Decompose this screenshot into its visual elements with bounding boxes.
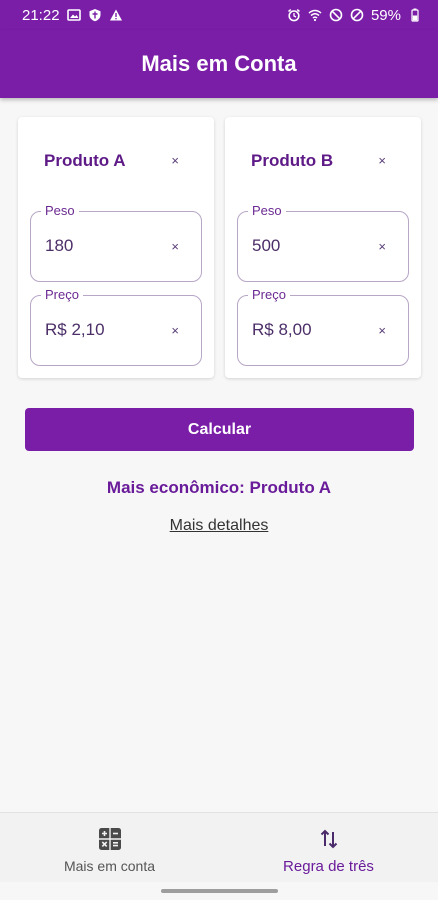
- weight-label: Peso: [248, 203, 286, 218]
- shield-icon: [89, 9, 101, 22]
- clear-price-icon[interactable]: ×: [378, 323, 386, 338]
- status-bar: 21:22 59%: [0, 0, 438, 30]
- nav-label: Mais em conta: [63, 858, 156, 874]
- page-title: Mais em Conta: [141, 51, 297, 76]
- warning-icon: [109, 9, 122, 21]
- nav-item-regra-de-tres[interactable]: Regra de três: [219, 813, 438, 882]
- blocked-icon: [350, 8, 364, 22]
- calculator-icon: [98, 828, 121, 850]
- do-not-disturb-icon: [329, 8, 343, 22]
- app-bar: Mais em Conta: [0, 30, 438, 98]
- clear-product-icon[interactable]: ×: [378, 153, 386, 168]
- product-title: Produto A: [44, 151, 126, 170]
- weight-field[interactable]: Peso 500 ×: [237, 203, 409, 282]
- battery-icon: [411, 8, 419, 22]
- weight-label: Peso: [41, 203, 79, 218]
- swap-vertical-icon: [320, 829, 337, 849]
- details-link[interactable]: Mais detalhes: [0, 517, 438, 535]
- nav-item-mais-em-conta[interactable]: Mais em conta: [0, 813, 219, 882]
- gesture-handle[interactable]: [161, 889, 278, 893]
- product-card-b: Produto B × Peso 500 × Preço R$ 8,00 ×: [225, 117, 421, 378]
- price-value[interactable]: R$ 8,00: [252, 320, 312, 340]
- weight-value[interactable]: 500: [252, 236, 280, 256]
- calculate-button[interactable]: Calcular: [25, 408, 414, 451]
- weight-value[interactable]: 180: [45, 236, 73, 256]
- price-label: Preço: [248, 287, 290, 302]
- clear-weight-icon[interactable]: ×: [378, 239, 386, 254]
- price-field[interactable]: Preço R$ 8,00 ×: [237, 287, 409, 366]
- status-bar-left: 21:22: [22, 7, 123, 24]
- battery-percent: 59%: [370, 6, 401, 24]
- weight-field[interactable]: Peso 180 ×: [30, 203, 202, 282]
- clear-weight-icon[interactable]: ×: [171, 239, 179, 254]
- clear-price-icon[interactable]: ×: [171, 323, 179, 338]
- price-value[interactable]: R$ 2,10: [45, 320, 105, 340]
- alarm-icon: [287, 9, 300, 22]
- result-text: Mais econômico: Produto A: [106, 478, 332, 497]
- product-card-a: Produto A × Peso 180 × Preço R$ 2,10 ×: [18, 117, 214, 378]
- product-title: Produto B: [251, 151, 334, 170]
- bottom-nav: Mais em conta Regra de três: [0, 812, 438, 882]
- status-bar-right: 59%: [287, 7, 422, 24]
- image-icon: [66, 9, 81, 21]
- clear-product-icon[interactable]: ×: [171, 153, 179, 168]
- nav-label: Regra de três: [283, 858, 374, 875]
- price-label: Preço: [41, 287, 83, 302]
- price-field[interactable]: Preço R$ 2,10 ×: [30, 287, 202, 366]
- wifi-icon: [308, 9, 322, 22]
- status-time: 21:22: [22, 6, 60, 24]
